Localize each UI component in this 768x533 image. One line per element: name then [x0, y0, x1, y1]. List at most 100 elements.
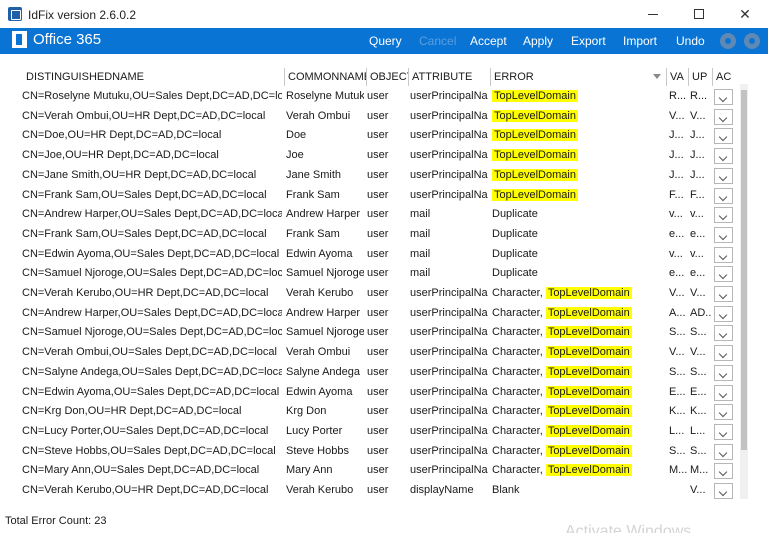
action-dropdown[interactable] — [714, 384, 733, 401]
action-dropdown[interactable] — [714, 483, 733, 499]
action-dropdown[interactable] — [714, 148, 733, 165]
table-row[interactable]: CN=Roselyne Mutuku,OU=Sales Dept,DC=AD,D… — [0, 87, 740, 107]
table-row[interactable]: CN=Verah Ombui,OU=Sales Dept,DC=AD,DC=lo… — [0, 343, 740, 363]
action-dropdown[interactable] — [714, 286, 733, 302]
table-row[interactable]: CN=Samuel Njoroge,OU=Sales Dept,DC=AD,DC… — [0, 264, 740, 284]
action-dropdown[interactable] — [714, 226, 733, 243]
minimize-button[interactable] — [630, 0, 676, 28]
action-dropdown[interactable] — [714, 89, 733, 105]
action-dropdown[interactable] — [714, 187, 733, 204]
cell-object: user — [367, 90, 389, 102]
column-header-commonname[interactable]: COMMONNAME — [284, 66, 366, 88]
table-row[interactable]: CN=Samuel Njoroge,OU=Sales Dept,DC=AD,DC… — [0, 323, 740, 343]
cell-attribute: userPrincipalNa... — [410, 129, 488, 142]
vertical-scrollbar[interactable] — [740, 84, 748, 499]
cell-update: L... — [690, 424, 706, 437]
query-button[interactable]: Query — [369, 28, 402, 54]
column-header-action[interactable]: AC — [712, 66, 734, 88]
column-header-attribute[interactable]: ATTRIBUTE — [408, 66, 490, 88]
column-header-error[interactable]: ERROR — [490, 66, 660, 88]
scrollbar-thumb[interactable] — [741, 90, 747, 450]
cell-distinguishedname: CN=Samuel Njoroge,OU=Sales Dept,DC=AD,DC… — [22, 267, 282, 280]
table-row[interactable]: CN=Doe,OU=HR Dept,DC=AD,DC=local Doe user u… — [0, 126, 740, 146]
error-text: Character, — [492, 444, 546, 457]
cell-object: user — [367, 109, 389, 122]
cell-object: user — [367, 346, 389, 359]
cell-object: user — [367, 149, 389, 162]
error-highlight: TopLevelDomain — [492, 90, 578, 102]
action-dropdown[interactable] — [714, 305, 733, 322]
cell-attribute: displayName — [410, 484, 474, 496]
cell-distinguishedname: CN=Frank Sam,OU=Sales Dept,DC=AD,DC=loca… — [22, 188, 267, 201]
cell-error: TopLevelDomain — [492, 126, 664, 146]
action-dropdown[interactable] — [714, 167, 733, 184]
table-row[interactable]: CN=Edwin Ayoma,OU=Sales Dept,DC=AD,DC=lo… — [0, 245, 740, 265]
action-dropdown[interactable] — [714, 345, 733, 362]
action-dropdown[interactable] — [714, 443, 733, 460]
cancel-button[interactable]: Cancel — [419, 28, 456, 54]
table-row[interactable]: CN=Edwin Ayoma,OU=Sales Dept,DC=AD,DC=lo… — [0, 383, 740, 403]
cell-distinguishedname: CN=Verah Ombui,OU=Sales Dept,DC=AD,DC=lo… — [22, 346, 277, 359]
activation-watermark: Activate Windows — [565, 523, 692, 533]
table-row[interactable]: CN=Verah Kerubo,OU=HR Dept,DC=AD,DC=loca… — [0, 284, 740, 304]
action-dropdown[interactable] — [714, 266, 733, 283]
table-row[interactable]: CN=Jane Smith,OU=HR Dept,DC=AD,DC=local J… — [0, 166, 740, 186]
import-button[interactable]: Import — [623, 28, 657, 54]
settings-icon[interactable] — [744, 33, 760, 49]
error-text: Character, — [492, 385, 546, 398]
table-row[interactable]: CN=Verah Ombui,OU=HR Dept,DC=AD,DC=local… — [0, 107, 740, 127]
action-dropdown[interactable] — [714, 207, 733, 224]
table-row[interactable]: CN=Steve Hobbs,OU=Sales Dept,DC=AD,DC=lo… — [0, 442, 740, 462]
action-dropdown[interactable] — [714, 404, 733, 421]
table-row[interactable]: CN=Frank Sam,OU=Sales Dept,DC=AD,DC=loca… — [0, 225, 740, 245]
export-button[interactable]: Export — [571, 28, 606, 54]
cell-object: user — [367, 168, 389, 181]
error-text: Character, — [492, 405, 546, 418]
cell-attribute: userPrincipalNa... — [410, 306, 488, 319]
sort-dropdown-icon[interactable] — [653, 74, 661, 79]
cell-error: Blank — [492, 481, 664, 501]
table-row[interactable]: CN=Andrew Harper,OU=Sales Dept,DC=AD,DC=… — [0, 304, 740, 324]
cell-distinguishedname: CN=Samuel Njoroge,OU=Sales Dept,DC=AD,DC… — [22, 326, 282, 339]
table-row[interactable]: CN=Joe,OU=HR Dept,DC=AD,DC=local Joe user u… — [0, 146, 740, 166]
column-header-value[interactable]: VA — [666, 66, 688, 88]
action-dropdown[interactable] — [714, 364, 733, 381]
cell-error: Character, TopLevelDomain — [492, 363, 664, 383]
table-row[interactable]: CN=Andrew Harper,OU=Sales Dept,DC=AD,DC=… — [0, 205, 740, 225]
table-row[interactable]: CN=Frank Sam,OU=Sales Dept,DC=AD,DC=loca… — [0, 186, 740, 206]
column-header-distinguishedname[interactable]: DISTINGUISHEDNAME — [22, 66, 284, 88]
cell-distinguishedname: CN=Verah Kerubo,OU=HR Dept,DC=AD,DC=loca… — [22, 287, 269, 299]
table-row[interactable]: CN=Lucy Porter,OU=Sales Dept,DC=AD,DC=lo… — [0, 422, 740, 442]
table-row[interactable]: CN=Verah Kerubo,OU=HR Dept,DC=AD,DC=loca… — [0, 481, 740, 501]
column-header-object[interactable]: OBJECT — [366, 66, 408, 88]
action-dropdown[interactable] — [714, 128, 733, 145]
gear-icon[interactable] — [720, 33, 736, 49]
table-row[interactable]: CN=Krg Don,OU=HR Dept,DC=AD,DC=local Krg … — [0, 402, 740, 422]
cell-update: e... — [690, 267, 706, 280]
action-dropdown[interactable] — [714, 246, 733, 263]
cell-commonname: Steve Hobbs — [286, 444, 349, 457]
cell-attribute: userPrincipalNa... — [410, 405, 488, 418]
cell-commonname: Salyne Andega — [286, 365, 361, 378]
table-row[interactable]: CN=Salyne Andega,OU=Sales Dept,DC=AD,DC=… — [0, 363, 740, 383]
cell-attribute: userPrincipalNa... — [410, 149, 488, 162]
cell-value: V... — [669, 346, 685, 359]
undo-button[interactable]: Undo — [676, 28, 705, 54]
table-row[interactable]: CN=Mary Ann,OU=Sales Dept,DC=AD,DC=local… — [0, 461, 740, 481]
close-button[interactable]: ✕ — [722, 0, 768, 28]
close-icon: ✕ — [739, 5, 751, 22]
cell-value: A... — [669, 306, 686, 319]
action-dropdown[interactable] — [714, 463, 733, 480]
cell-update: K... — [690, 405, 707, 418]
maximize-button[interactable] — [676, 0, 722, 28]
accept-button[interactable]: Accept — [470, 28, 507, 54]
cell-update: S... — [690, 444, 707, 457]
action-dropdown[interactable] — [714, 325, 733, 342]
cell-error: Duplicate — [492, 264, 664, 284]
cell-value: F... — [669, 188, 684, 201]
action-dropdown[interactable] — [714, 423, 733, 440]
action-dropdown[interactable] — [714, 108, 733, 125]
apply-button[interactable]: Apply — [523, 28, 553, 54]
column-header-update[interactable]: UP — [688, 66, 712, 88]
cell-attribute: userPrincipalNa... — [410, 464, 488, 477]
